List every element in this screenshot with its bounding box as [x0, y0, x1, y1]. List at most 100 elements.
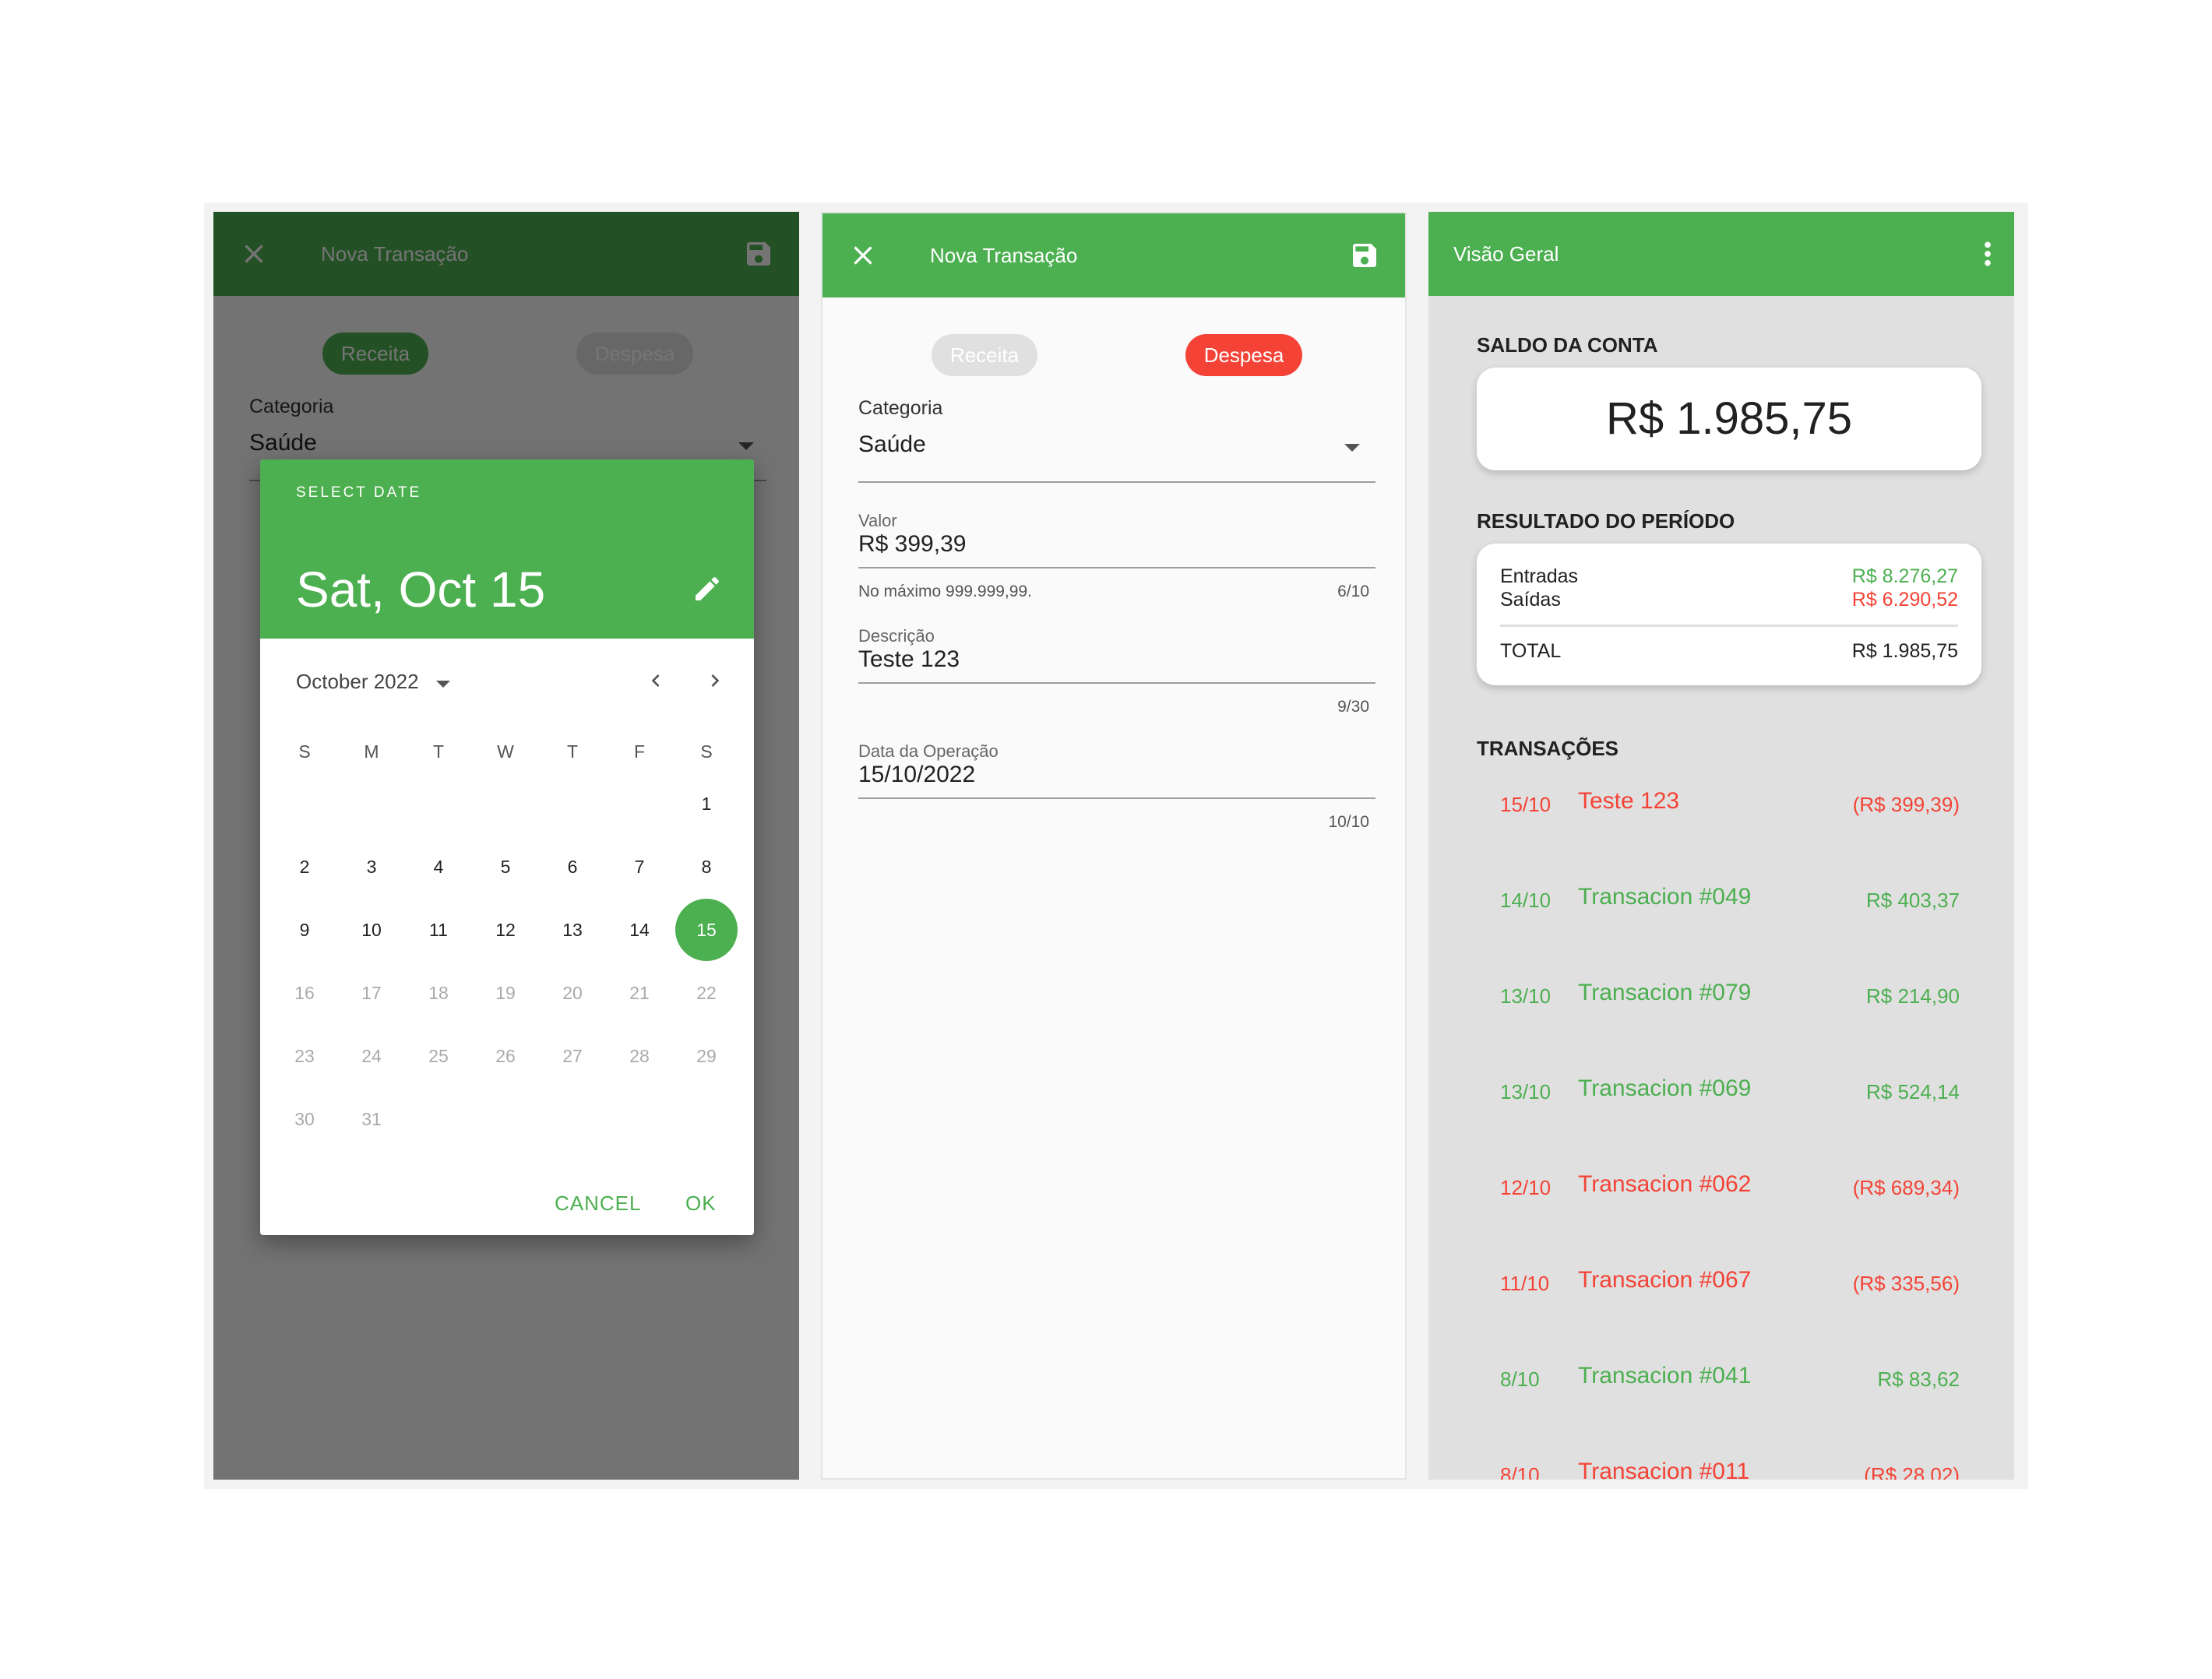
save-icon[interactable]: [1349, 240, 1380, 271]
transaction-description: Transacion #011: [1578, 1459, 1750, 1480]
calendar-day[interactable]: 10: [340, 899, 403, 961]
descricao-label: Descrição: [858, 626, 935, 646]
resultado-card: Entradas R$ 8.276,27 Saídas R$ 6.290,52 …: [1477, 544, 1981, 685]
calendar-day[interactable]: 4: [407, 836, 470, 898]
transaction-description: Transacion #062: [1578, 1171, 1752, 1197]
transaction-description: Transacion #069: [1578, 1075, 1752, 1101]
chevron-down-icon[interactable]: [1344, 444, 1360, 452]
transaction-date: 11/10: [1500, 1272, 1550, 1295]
valor-label: Valor: [858, 511, 897, 530]
transaction-amount: (R$ 399,39): [1852, 793, 1960, 816]
calendar-day: 16: [294, 983, 315, 1003]
toggle-receita[interactable]: Receita: [932, 334, 1037, 376]
valor-underline: [858, 567, 1375, 568]
transaction-row[interactable]: 8/10 Transacion #011 (R$ 28,02): [1500, 1459, 1960, 1480]
pencil-icon[interactable]: [692, 573, 723, 604]
data-operacao-input[interactable]: 15/10/2022: [858, 762, 975, 788]
transaction-date: 15/10: [1500, 793, 1552, 816]
transaction-description: Transacion #079: [1578, 980, 1752, 1005]
weekday-label: F: [633, 741, 646, 762]
categoria-label: Categoria: [858, 397, 943, 419]
calendar-day: 22: [696, 983, 717, 1003]
calendar-day: 18: [428, 983, 449, 1003]
calendar-day[interactable]: 11: [407, 899, 470, 961]
categoria-select[interactable]: Saúde: [858, 431, 926, 458]
transaction-date: 8/10: [1500, 1367, 1540, 1391]
valor-helper-text: No máximo 999.999,99.: [858, 583, 1032, 600]
transaction-amount: R$ 524,14: [1866, 1080, 1960, 1103]
transaction-amount: (R$ 689,34): [1852, 1176, 1960, 1199]
transaction-amount: (R$ 28,02): [1864, 1463, 1960, 1480]
valor-input[interactable]: R$ 399,39: [858, 531, 966, 558]
transaction-row[interactable]: 14/10 Transacion #049 R$ 403,37: [1500, 884, 1960, 915]
screenshots-stage: Nova Transação Receita Despesa Categoria…: [204, 202, 2028, 1489]
valor-char-counter: 6/10: [1337, 583, 1369, 600]
descricao-char-counter: 9/30: [1337, 698, 1369, 716]
transaction-date: 13/10: [1500, 984, 1552, 1008]
total-row: TOTAL R$ 1.985,75: [1500, 640, 1958, 663]
calendar-day[interactable]: 9: [273, 899, 336, 961]
transaction-description: Transacion #067: [1578, 1267, 1752, 1293]
chevron-down-icon[interactable]: [436, 681, 450, 688]
transaction-date: 8/10: [1500, 1463, 1540, 1480]
divider: [1500, 625, 1958, 627]
calendar-day[interactable]: 3: [340, 836, 403, 898]
calendar-day[interactable]: 12: [474, 899, 537, 961]
selected-date-text: Sat, Oct 15: [296, 561, 546, 618]
month-year-selector[interactable]: October 2022: [296, 670, 419, 694]
transaction-amount: R$ 214,90: [1866, 984, 1960, 1008]
saldo-section-title: SALDO DA CONTA: [1477, 333, 1658, 357]
weekday-label: S: [700, 741, 713, 762]
app-bar: Nova Transação: [822, 213, 1405, 297]
descricao-input[interactable]: Teste 123: [858, 646, 960, 673]
transaction-row[interactable]: 12/10 Transacion #062 (R$ 689,34): [1500, 1171, 1960, 1202]
resultado-section-title: RESULTADO DO PERÍODO: [1477, 509, 1735, 533]
transaction-date: 12/10: [1500, 1176, 1552, 1199]
transaction-date: 13/10: [1500, 1080, 1552, 1103]
app-bar: Visão Geral: [1428, 212, 2014, 296]
date-picker-header: SELECT DATE Sat, Oct 15: [260, 459, 754, 639]
calendar-day: 30: [294, 1109, 315, 1129]
cancel-button[interactable]: CANCEL: [555, 1191, 641, 1216]
saldo-value: R$ 1.985,75: [1605, 393, 1853, 444]
transaction-description: Transacion #049: [1578, 884, 1752, 910]
chevron-right-icon[interactable]: [703, 668, 727, 693]
calendar-day[interactable]: 2: [273, 836, 336, 898]
app-bar-title: Visão Geral: [1453, 242, 1559, 266]
weekday-label: W: [497, 741, 514, 762]
more-vert-icon[interactable]: [1980, 238, 1995, 269]
calendar-day[interactable]: 8: [675, 836, 738, 898]
weekday-label: M: [364, 741, 379, 762]
saidas-label: Saídas: [1500, 589, 1561, 611]
toggle-despesa[interactable]: Despesa: [1185, 334, 1302, 376]
calendar-day: 23: [294, 1046, 315, 1066]
calendar-day[interactable]: 15: [675, 899, 738, 961]
calendar-day[interactable]: 5: [474, 836, 537, 898]
calendar-day[interactable]: 7: [608, 836, 671, 898]
calendar-day[interactable]: 6: [541, 836, 604, 898]
chevron-left-icon[interactable]: [643, 668, 668, 693]
total-value: R$ 1.985,75: [1851, 640, 1958, 662]
calendar-day[interactable]: 14: [608, 899, 671, 961]
transaction-row[interactable]: 13/10 Transacion #079 R$ 214,90: [1500, 980, 1960, 1011]
calendar-day: 20: [562, 983, 583, 1003]
entradas-row: Entradas R$ 8.276,27: [1500, 565, 1958, 588]
transaction-row[interactable]: 15/10 Teste 123 (R$ 399,39): [1500, 788, 1960, 819]
date-picker-header-label: SELECT DATE: [296, 484, 422, 501]
ok-button[interactable]: OK: [685, 1191, 717, 1216]
weekday-label: T: [432, 741, 445, 762]
transaction-row[interactable]: 8/10 Transacion #041 R$ 83,62: [1500, 1363, 1960, 1394]
calendar-day: 19: [495, 983, 516, 1003]
close-icon[interactable]: [847, 240, 879, 271]
transaction-row[interactable]: 11/10 Transacion #067 (R$ 335,56): [1500, 1267, 1960, 1298]
calendar-day[interactable]: 13: [541, 899, 604, 961]
transaction-amount: R$ 403,37: [1866, 889, 1960, 912]
transaction-row[interactable]: 13/10 Transacion #069 R$ 524,14: [1500, 1075, 1960, 1107]
data-operacao-label: Data da Operação: [858, 741, 999, 761]
calendar-day[interactable]: 1: [675, 773, 738, 835]
data-operacao-underline: [858, 797, 1375, 799]
weekday-label: S: [298, 741, 311, 762]
saidas-value: R$ 6.290,52: [1851, 589, 1958, 611]
calendar-day: 25: [428, 1046, 449, 1066]
calendar-day: 28: [629, 1046, 650, 1066]
